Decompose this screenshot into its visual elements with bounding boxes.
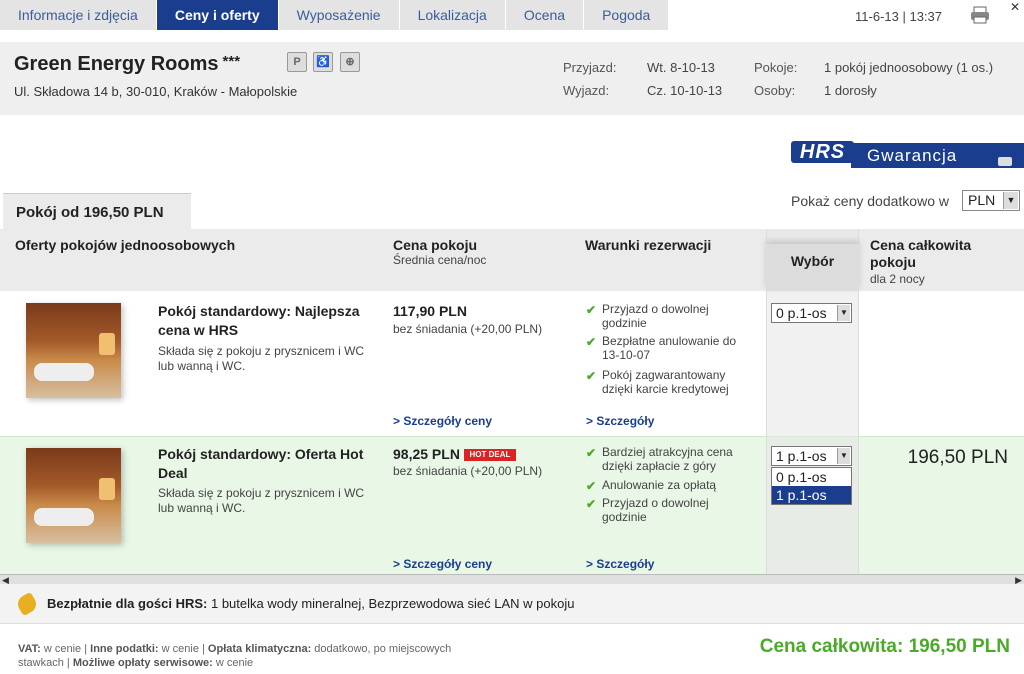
timestamp: 11-6-13 | 13:37 <box>855 9 942 24</box>
room-quantity-select[interactable]: 1 p.1-os ▼ <box>771 446 852 466</box>
check-icon: ✔ <box>586 369 597 383</box>
details-link[interactable]: > Szczegóły <box>586 414 654 428</box>
price-note: bez śniadania (+20,00 PLN) <box>393 322 543 336</box>
condition-item: ✔ Pokój zagwarantowany dzięki karcie kred… <box>586 368 729 396</box>
currency-label: Pokaż ceny dodatkowo w <box>791 193 949 209</box>
chat-bubble-icon <box>998 157 1012 166</box>
room-name: Pokój standardowy: Najlepsza cena w HRS <box>158 303 360 338</box>
parking-icon: P <box>287 52 307 72</box>
room-tab[interactable]: Pokój od 196,50 PLN <box>3 193 191 229</box>
condition-item: ✔ Przyjazd o dowolnej godzinie <box>586 496 709 524</box>
tax-info: VAT: w cenie | Inne podatki: w cenie | O… <box>18 643 452 669</box>
candy-icon <box>14 591 40 617</box>
check-icon: ✔ <box>586 335 597 349</box>
tab-amenities[interactable]: Wyposażenie <box>278 0 400 30</box>
dropdown-option[interactable]: 0 p.1-os <box>772 468 851 486</box>
price-details-link[interactable]: > Szczegóły ceny <box>393 557 492 571</box>
arrival-value: Wt. 8-10-13 <box>647 60 715 75</box>
grand-total: Cena całkowita: 196,50 PLN <box>759 636 1010 657</box>
col-conditions: Warunki rezerwacji <box>585 237 712 253</box>
condition-item: ✔ Bezpłatne anulowanie do 13-10-07 <box>586 334 737 362</box>
tab-prices[interactable]: Ceny i oferty <box>156 0 279 30</box>
departure-value: Cz. 10-10-13 <box>647 83 723 98</box>
check-icon: ✔ <box>586 479 597 493</box>
price-note: bez śniadania (+20,00 PLN) <box>393 464 543 478</box>
chevron-down-icon: ▼ <box>837 305 850 321</box>
quantity-dropdown: 0 p.1-os 1 p.1-os <box>771 467 852 505</box>
free-perks-bar: Bezpłatnie dla gości HRS: 1 butelka wody… <box>0 584 1024 624</box>
tab-weather[interactable]: Pogoda <box>584 0 670 30</box>
room-total-price: 196,50 PLN <box>907 447 1008 468</box>
details-link[interactable]: > Szczegóły <box>586 557 654 571</box>
condition-item: ✔ Przyjazd o dowolnej godzinie <box>586 302 709 330</box>
offers-table-header: Oferty pokojów jednoosobowych Cena pokoj… <box>0 229 1024 291</box>
horizontal-scrollbar[interactable]: ◀ ▶ <box>0 574 1024 585</box>
col-price-sub: Średnia cena/noc <box>393 253 487 267</box>
room-photo <box>26 448 121 543</box>
col-total: Cena całkowita pokoju dla 2 nocy <box>870 237 1010 288</box>
hot-deal-badge: HOT DEAL <box>463 449 516 462</box>
arrival-label: Przyjazd: <box>563 60 617 75</box>
departure-label: Wyjazd: <box>563 83 610 98</box>
col-offers: Oferty pokojów jednoosobowych <box>15 237 236 253</box>
tab-location[interactable]: Lokalizacja <box>399 0 506 30</box>
condition-item: ✔ Bardziej atrakcyjna cena dzięki zapłaci… <box>586 445 733 473</box>
printer-icon[interactable] <box>970 6 990 24</box>
col-price: Cena pokoju Średnia cena/noc <box>393 237 487 267</box>
room-price: 117,90 PLN <box>393 303 467 319</box>
persons-label: Osoby: <box>754 83 796 98</box>
condition-item: ✔ Anulowanie za opłatą <box>586 478 717 493</box>
room-name: Pokój standardowy: Oferta Hot Deal <box>158 446 364 481</box>
tab-rating[interactable]: Ocena <box>505 0 585 30</box>
hrs-guarantee-banner[interactable]: Gwarancja HRS <box>791 141 1024 168</box>
col-select: Wybór <box>790 253 835 269</box>
free-perks-text: Bezpłatnie dla gości HRS: 1 butelka wody… <box>47 596 575 611</box>
room-photo <box>26 303 121 398</box>
room-row: Pokój standardowy: Najlepsza cena w HRS … <box>0 291 1024 436</box>
tab-info[interactable]: Informacje i zdjęcia <box>0 0 157 30</box>
wifi-icon: ⊕ <box>340 52 360 72</box>
check-icon: ✔ <box>586 497 597 511</box>
hotel-name: Green Energy Rooms *** <box>14 53 241 75</box>
check-icon: ✔ <box>586 303 597 317</box>
rooms-value: 1 pokój jednoosobowy (1 os.) <box>824 60 994 75</box>
select-column-header: Wybór <box>766 244 859 291</box>
wheelchair-icon: ♿ <box>313 52 333 72</box>
star-rating: *** <box>222 53 241 70</box>
persons-value: 1 dorosły <box>824 83 877 98</box>
hotel-header: Green Energy Rooms *** P ♿ ⊕ Ul. Składowa… <box>0 42 1024 115</box>
room-row: Pokój standardowy: Oferta Hot Deal Skład… <box>0 436 1024 574</box>
rooms-label: Pokoje: <box>754 60 798 75</box>
room-description: Składa się z pokoju z prysznicem i WC lu… <box>158 486 365 515</box>
dropdown-option-selected[interactable]: 1 p.1-os <box>772 486 851 504</box>
price-details-link[interactable]: > Szczegóły ceny <box>393 414 492 428</box>
currency-select[interactable]: PLN ▼ <box>962 190 1020 211</box>
check-icon: ✔ <box>586 446 597 460</box>
col-total-sub: dla 2 nocy <box>870 272 925 286</box>
guarantee-label: Gwarancja <box>851 143 1024 168</box>
room-quantity-select[interactable]: 0 p.1-os ▼ <box>771 303 852 323</box>
room-price: 98,25 PLN HOT DEAL <box>393 446 516 462</box>
hrs-logo: HRS <box>791 141 854 163</box>
chevron-down-icon: ▼ <box>837 448 850 464</box>
close-icon[interactable]: ✕ <box>1010 0 1020 14</box>
chevron-down-icon: ▼ <box>1003 192 1018 209</box>
room-description: Składa się z pokoju z prysznicem i WC lu… <box>158 344 365 373</box>
hotel-address: Ul. Składowa 14 b, 30-010, Kraków - Mało… <box>14 84 298 99</box>
tab-bar: Informacje i zdjęcia Ceny i oferty Wypos… <box>0 0 670 30</box>
